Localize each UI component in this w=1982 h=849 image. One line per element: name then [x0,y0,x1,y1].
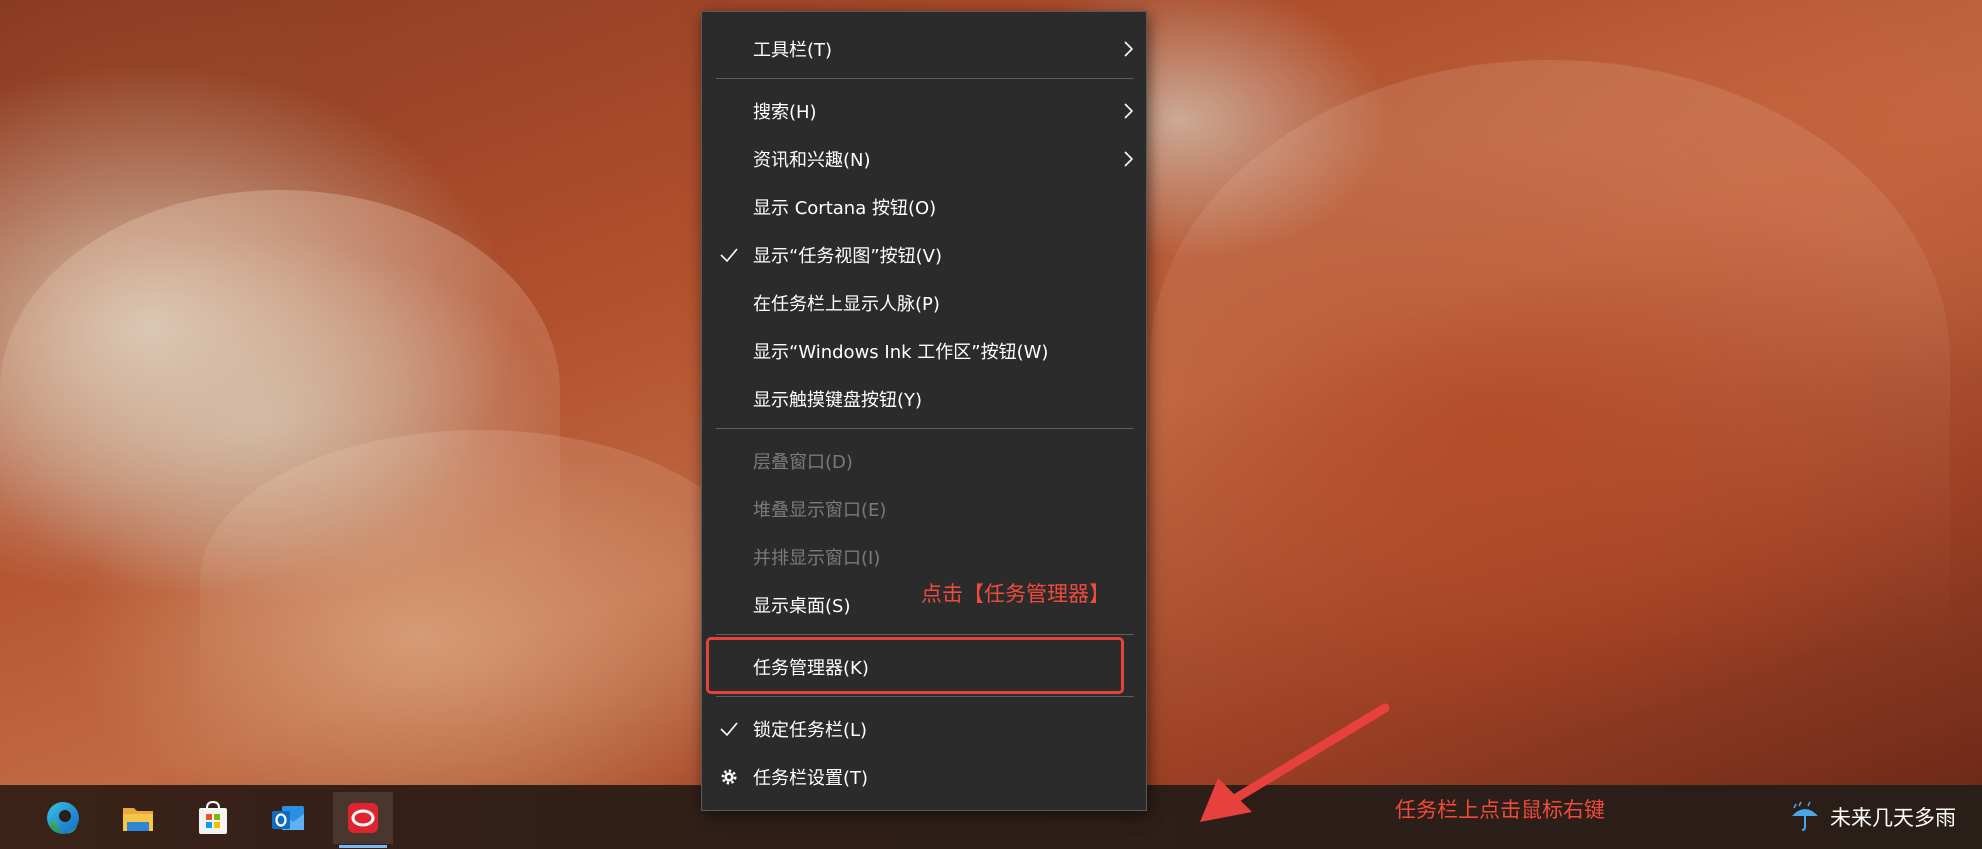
annotation-arrow-icon [1200,703,1390,822]
menu-separator [716,696,1134,697]
edge-icon [47,802,79,834]
menu-item-show-people[interactable]: 在任务栏上显示人脉(P) [702,281,1146,325]
menu-item-label: 资讯和兴趣(N) [753,150,871,171]
umbrella-rain-icon [1792,801,1818,831]
chevron-right-icon [1124,151,1134,167]
checkmark-icon [720,248,738,263]
menu-item-label: 显示“Windows Ink 工作区”按钮(W) [753,342,1049,363]
red-app-icon [348,803,378,833]
menu-item-label: 搜索(H) [753,102,817,123]
taskbar-app-red[interactable] [333,792,393,848]
menu-item-show-windows-ink[interactable]: 显示“Windows Ink 工作区”按钮(W) [702,329,1146,373]
file-explorer-icon [123,808,153,831]
gear-icon [721,769,737,785]
annotation-click-task-manager: 点击【任务管理器】 [921,582,1110,606]
menu-item-label: 层叠窗口(D) [753,452,853,473]
task-manager-highlight [706,637,1124,694]
menu-item-stack-windows: 堆叠显示窗口(E) [702,487,1146,531]
menu-item-label: 显示桌面(S) [753,596,851,617]
menu-item-lock-taskbar[interactable]: 锁定任务栏(L) [702,707,1146,751]
menu-item-label: 显示 Cortana 按钮(O) [753,198,937,219]
menu-item-show-cortana[interactable]: 显示 Cortana 按钮(O) [702,185,1146,229]
microsoft-store-icon [199,800,227,834]
annotation-right-click-taskbar: 任务栏上点击鼠标右键 [1395,798,1605,822]
menu-item-label: 显示触摸键盘按钮(Y) [753,390,923,411]
wallpaper-hill [0,190,560,590]
menu-item-cascade-windows: 层叠窗口(D) [702,439,1146,483]
checkmark-icon [720,722,738,737]
taskbar-app-outlook[interactable] [258,792,318,844]
menu-separator [716,428,1134,429]
menu-item-side-by-side-windows: 并排显示窗口(I) [702,535,1146,579]
menu-item-label: 在任务栏上显示人脉(P) [753,294,940,315]
chevron-right-icon [1124,103,1134,119]
weather-text: 未来几天多雨 [1830,806,1956,830]
menu-item-label: 工具栏(T) [753,40,833,61]
outlook-icon [272,806,304,830]
taskbar-app-microsoft-store[interactable] [183,792,243,844]
menu-item-toolbars[interactable]: 工具栏(T) [702,27,1146,71]
menu-item-news-interests[interactable]: 资讯和兴趣(N) [702,137,1146,181]
menu-separator [716,78,1134,79]
weather-widget[interactable]: 未来几天多雨 [1788,797,1956,837]
menu-item-search[interactable]: 搜索(H) [702,89,1146,133]
wallpaper-hill [1150,60,1950,660]
menu-item-show-task-view[interactable]: 显示“任务视图”按钮(V) [702,233,1146,277]
menu-item-label: 堆叠显示窗口(E) [753,500,887,521]
menu-separator [716,634,1134,635]
menu-item-label: 锁定任务栏(L) [753,720,868,741]
menu-item-show-touch-keyboard[interactable]: 显示触摸键盘按钮(Y) [702,377,1146,421]
menu-item-taskbar-settings[interactable]: 任务栏设置(T) [702,755,1146,799]
taskbar-app-edge[interactable] [33,792,93,844]
wallpaper-hill [200,430,760,730]
menu-item-label: 任务栏设置(T) [753,768,869,789]
chevron-right-icon [1124,41,1134,57]
menu-item-label: 并排显示窗口(I) [753,548,881,569]
menu-item-label: 显示“任务视图”按钮(V) [753,246,943,267]
taskbar-app-file-explorer[interactable] [108,792,168,844]
